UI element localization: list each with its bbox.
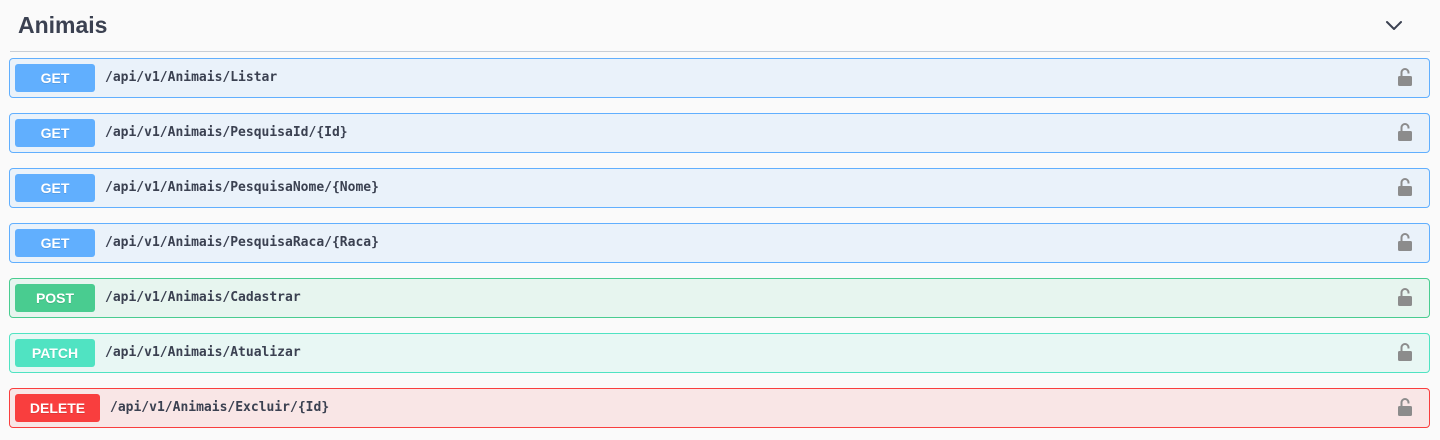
lock-open-icon[interactable] bbox=[1397, 342, 1413, 362]
lock-open-icon[interactable] bbox=[1397, 232, 1413, 252]
operation-path: /api/v1/Animais/Excluir/{Id} bbox=[110, 400, 330, 415]
chevron-down-icon[interactable] bbox=[1384, 16, 1404, 36]
operation-get-pesquisa-nome[interactable]: GET /api/v1/Animais/PesquisaNome/{Nome} bbox=[9, 168, 1430, 208]
lock-open-icon[interactable] bbox=[1397, 287, 1413, 307]
lock-open-icon[interactable] bbox=[1397, 122, 1413, 142]
operation-path: /api/v1/Animais/PesquisaId/{Id} bbox=[105, 125, 348, 140]
method-badge: GET bbox=[15, 64, 95, 92]
operations-list: GET /api/v1/Animais/Listar GET /api/v1/A… bbox=[0, 52, 1440, 428]
method-badge: GET bbox=[15, 174, 95, 202]
method-badge: PATCH bbox=[15, 339, 95, 367]
method-badge: GET bbox=[15, 119, 95, 147]
operation-path: /api/v1/Animais/PesquisaRaca/{Raca} bbox=[105, 235, 379, 250]
operation-delete-excluir[interactable]: DELETE /api/v1/Animais/Excluir/{Id} bbox=[9, 388, 1430, 428]
operation-path: /api/v1/Animais/PesquisaNome/{Nome} bbox=[105, 180, 379, 195]
operation-get-listar[interactable]: GET /api/v1/Animais/Listar bbox=[9, 58, 1430, 98]
lock-open-icon[interactable] bbox=[1397, 177, 1413, 197]
section-header-animais[interactable]: Animais bbox=[10, 0, 1430, 52]
operation-path: /api/v1/Animais/Cadastrar bbox=[105, 290, 301, 305]
operation-path: /api/v1/Animais/Listar bbox=[105, 70, 278, 85]
operation-post-cadastrar[interactable]: POST /api/v1/Animais/Cadastrar bbox=[9, 278, 1430, 318]
method-badge: POST bbox=[15, 284, 95, 312]
operation-get-pesquisa-id[interactable]: GET /api/v1/Animais/PesquisaId/{Id} bbox=[9, 113, 1430, 153]
lock-open-icon[interactable] bbox=[1397, 67, 1413, 87]
operation-get-pesquisa-raca[interactable]: GET /api/v1/Animais/PesquisaRaca/{Raca} bbox=[9, 223, 1430, 263]
method-badge: DELETE bbox=[15, 394, 100, 422]
operation-patch-atualizar[interactable]: PATCH /api/v1/Animais/Atualizar bbox=[9, 333, 1430, 373]
section-title: Animais bbox=[18, 12, 108, 38]
lock-open-icon[interactable] bbox=[1397, 397, 1413, 417]
operation-path: /api/v1/Animais/Atualizar bbox=[105, 345, 301, 360]
method-badge: GET bbox=[15, 229, 95, 257]
